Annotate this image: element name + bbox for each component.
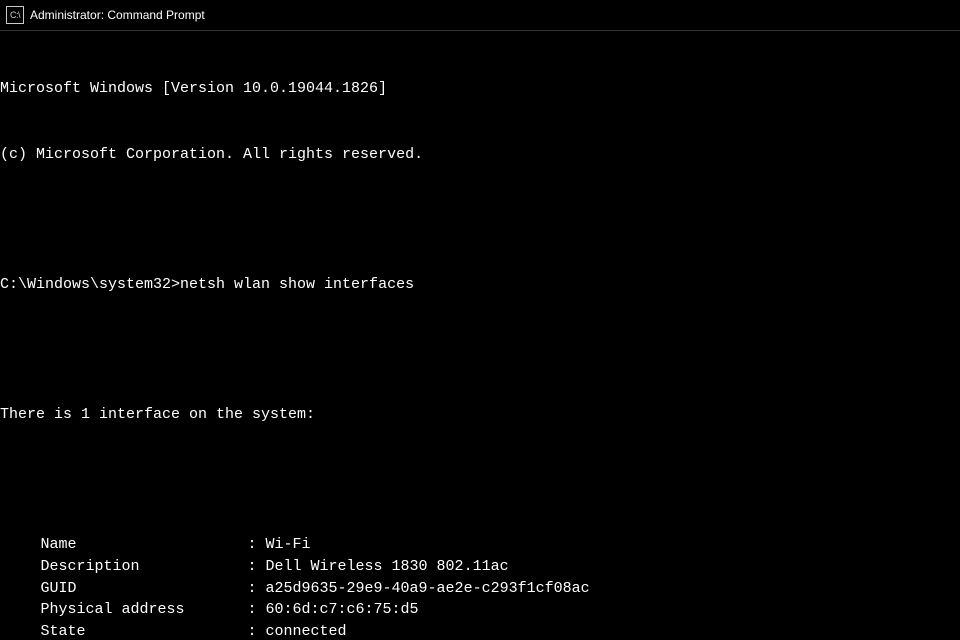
prop-sep: : xyxy=(248,599,266,621)
intro-line: There is 1 interface on the system: xyxy=(0,404,960,426)
prop-key: Description xyxy=(41,556,248,578)
header-line-1: Microsoft Windows [Version 10.0.19044.18… xyxy=(0,78,960,100)
terminal-output[interactable]: Microsoft Windows [Version 10.0.19044.18… xyxy=(0,31,960,640)
blank-line xyxy=(0,339,960,361)
prompt-line: C:\Windows\system32>netsh wlan show inte… xyxy=(0,274,960,296)
prop-value: 60:6d:c7:c6:75:d5 xyxy=(266,599,419,621)
prop-line: Name:Wi-Fi xyxy=(0,534,960,556)
prop-line: State:connected xyxy=(0,621,960,640)
prop-key: State xyxy=(41,621,248,640)
window-title: Administrator: Command Prompt xyxy=(30,8,205,22)
blank-line xyxy=(0,209,960,231)
prop-value: a25d9635-29e9-40a9-ae2e-c293f1cf08ac xyxy=(266,578,590,600)
prop-sep: : xyxy=(248,621,266,640)
prop-line: GUID:a25d9635-29e9-40a9-ae2e-c293f1cf08a… xyxy=(0,578,960,600)
prop-sep: : xyxy=(248,534,266,556)
prop-sep: : xyxy=(248,556,266,578)
header-line-2: (c) Microsoft Corporation. All rights re… xyxy=(0,144,960,166)
prompt-command: netsh wlan show interfaces xyxy=(180,274,414,296)
prop-value: Dell Wireless 1830 802.11ac xyxy=(266,556,509,578)
prop-value: connected xyxy=(266,621,347,640)
blank-line xyxy=(0,469,960,491)
prop-line: Physical address:60:6d:c7:c6:75:d5 xyxy=(0,599,960,621)
prop-key: Physical address xyxy=(41,599,248,621)
prop-line: Description:Dell Wireless 1830 802.11ac xyxy=(0,556,960,578)
cmd-icon: C:\ xyxy=(6,6,24,24)
prop-value: Wi-Fi xyxy=(266,534,311,556)
prop-key: Name xyxy=(41,534,248,556)
prop-key: GUID xyxy=(41,578,248,600)
prompt-path: C:\Windows\system32> xyxy=(0,274,180,296)
window-titlebar[interactable]: C:\ Administrator: Command Prompt xyxy=(0,0,960,31)
prop-sep: : xyxy=(248,578,266,600)
